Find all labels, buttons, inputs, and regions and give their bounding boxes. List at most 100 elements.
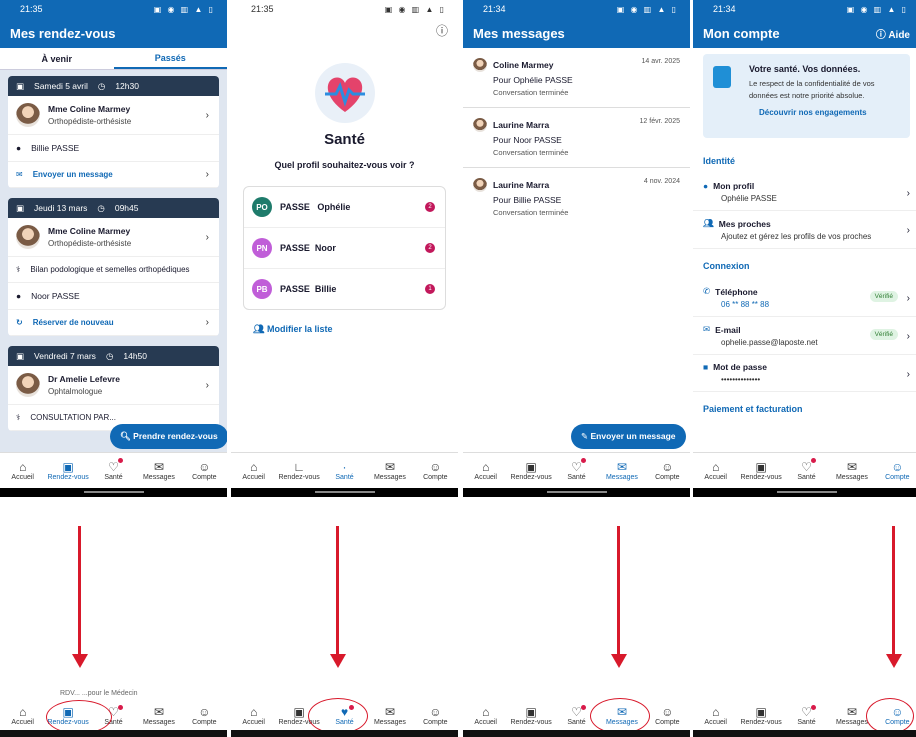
nav-rendez-vous[interactable]: ∟ Rendez-vous xyxy=(276,453,321,488)
envelope-icon: ✉ xyxy=(16,170,23,179)
nav-accueil[interactable]: ⌂ Accueil xyxy=(0,453,45,488)
nav-compte[interactable]: ☺ Compte xyxy=(413,453,458,488)
notification-badge: 2 xyxy=(425,243,435,253)
modify-list-link[interactable]: 👥︎ Modifier la liste xyxy=(253,324,436,335)
message-item[interactable]: Coline Marmey 14 avr. 2025 Pour Ophélie PA… xyxy=(463,48,690,108)
nav-compte[interactable]: ☺ Compte xyxy=(182,453,227,488)
nav-rendez-vous[interactable]: ▣ Rendez-vous xyxy=(45,453,90,488)
account-icon: ☺ xyxy=(429,460,442,474)
account-icon: ☺ xyxy=(661,460,674,474)
nav-accueil[interactable]: ⌂ Accueil xyxy=(231,453,276,488)
help-button[interactable]: ⓘ Aide xyxy=(876,26,910,41)
envelope-icon: ✉ xyxy=(616,460,627,474)
nav-compte[interactable]: ☺ Compte xyxy=(413,700,458,730)
red-arrow xyxy=(617,526,620,656)
highlight-circle xyxy=(866,698,914,734)
chevron-right-icon[interactable]: › xyxy=(206,232,209,243)
nav-compte[interactable]: ☺ Compte xyxy=(182,700,227,730)
clock-icon: ◷ xyxy=(97,80,106,91)
message-item[interactable]: Laurine Marra 4 nov. 2024 Pour Billie PASS… xyxy=(463,168,690,227)
calendar-icon: ▣ xyxy=(62,460,74,474)
book-appointment-button[interactable]: 🔍︎ Prendre rendez-vous xyxy=(110,424,227,449)
nav-accueil[interactable]: ⌂ Accueil xyxy=(463,453,508,488)
panel-compte: 21:34 ▣ ◉ ▥ ▲ ▯ Mon compte ⓘ Aide Votre sa… xyxy=(693,0,916,497)
help-icon[interactable]: ⓘ xyxy=(436,22,448,39)
nav-rendez-vous[interactable]: ▣ Rendez-vous xyxy=(738,453,783,488)
envelope-icon: ✉ xyxy=(153,460,164,474)
appointment-card[interactable]: ▣ Jeudi 13 mars ◷ 09h45 Mme Coline Marmey Or… xyxy=(8,198,219,336)
nav-accueil[interactable]: ⌂ Accueil xyxy=(693,453,738,488)
email-row[interactable]: ✉ E-mail ophelie.passe@laposte.net Vérifié › xyxy=(693,317,916,355)
profile-item[interactable]: PB PASSE Billie 1 xyxy=(244,269,445,309)
red-arrow xyxy=(892,526,895,656)
nav-rendez-vous[interactable]: ▣ Rendez-vous xyxy=(738,700,783,730)
heart-illustration xyxy=(314,63,375,123)
nav-sante[interactable]: ♡ Santé xyxy=(784,700,829,730)
bottom-nav: ⌂ Accueil ▣ Rendez-vous ♡ Santé ✉ Messages ☺… xyxy=(463,452,690,488)
highlight-circle xyxy=(308,698,368,734)
tab-past[interactable]: Passés xyxy=(113,48,227,69)
message-item[interactable]: Laurine Marra 12 févr. 2025 Pour Noor PASS… xyxy=(463,108,690,168)
nav-sante[interactable]: ♡ Santé xyxy=(554,453,599,488)
nav-compte[interactable]: ☺ Compte xyxy=(645,453,690,488)
nav-accueil[interactable]: ⌂ Accueil xyxy=(693,700,738,730)
profile-item[interactable]: PO PASSE Ophélie 2 xyxy=(244,187,445,228)
calendar-icon: ▣ xyxy=(16,80,25,91)
nav-sante[interactable]: · Santé xyxy=(322,453,367,488)
nav-messages[interactable]: ✉ Messages xyxy=(829,453,874,488)
bottom-nav-zoom-3: ⌂ Accueil ▣ Rendez-vous ♡ Santé ✉ Messages ☺… xyxy=(463,700,690,730)
rebook-link[interactable]: Réserver de nouveau xyxy=(33,318,114,327)
people-icon: 👥︎ xyxy=(703,218,714,228)
status-bar: 21:34 ▣ ◉ ▥ ▲ ▯ xyxy=(713,4,908,14)
appointment-card[interactable]: ▣ Vendredi 7 mars ◷ 14h50 Dr Amelie Lefevre… xyxy=(8,346,219,431)
nav-sante[interactable]: ♡ Santé xyxy=(91,453,136,488)
phone-row[interactable]: ✆ Téléphone 06 ** 88 ** 88 Vérifié › xyxy=(693,279,916,317)
page-title: Mon compte xyxy=(703,25,780,41)
nav-compte[interactable]: ☺ Compte xyxy=(645,700,690,730)
arrow-head xyxy=(611,654,627,668)
nav-messages[interactable]: ✉ Messages xyxy=(367,453,412,488)
profile-item[interactable]: PN PASSE Noor 2 xyxy=(244,228,445,269)
calendar-icon: ▣ xyxy=(16,350,25,361)
arrow-head xyxy=(886,654,902,668)
page-title: Santé xyxy=(324,131,365,148)
appointment-card[interactable]: ▣ Samedi 5 avril ◷ 12h30 Mme Coline Marmey O… xyxy=(8,76,219,188)
send-message-link[interactable]: Envoyer un message xyxy=(33,170,113,179)
nav-messages[interactable]: ✉ Messages xyxy=(136,700,181,730)
nav-accueil[interactable]: ⌂ Accueil xyxy=(0,700,45,730)
avatar xyxy=(16,103,40,127)
panel-rendez-vous: 21:35 ▣ ◉ ▥ ▲ ▯ Mes rendez-vous À venir P… xyxy=(0,0,227,497)
avatar xyxy=(16,225,40,249)
send-message-button[interactable]: ✎ Envoyer un message xyxy=(571,424,686,449)
chevron-right-icon[interactable]: › xyxy=(206,110,209,121)
relatives-row[interactable]: 👥︎ Mes proches Ajoutez et gérez les profil… xyxy=(693,211,916,249)
nav-messages[interactable]: ✉ Messages xyxy=(599,453,644,488)
highlight-circle xyxy=(46,700,112,734)
nav-rendez-vous[interactable]: ▣ Rendez-vous xyxy=(508,453,553,488)
bottom-nav-zoom-1: ⌂ Accueil ▣ Rendez-vous ♡ Santé ✉ Messages ☺… xyxy=(0,700,227,730)
envelope-icon: ✉ xyxy=(846,460,857,474)
nav-compte[interactable]: ☺ Compte xyxy=(875,453,916,488)
nav-accueil[interactable]: ⌂ Accueil xyxy=(231,700,276,730)
clock-icon: ◷ xyxy=(105,350,114,361)
section-payment: Paiement et facturation xyxy=(703,404,803,414)
bottom-nav: ⌂ Accueil ▣ Rendez-vous ♡ Santé ✉ Messages ☺… xyxy=(0,452,227,488)
red-arrow xyxy=(78,526,81,656)
phone-icon: ✆ xyxy=(703,286,711,296)
engagements-link[interactable]: Découvrir nos engagements xyxy=(759,108,902,117)
nav-messages[interactable]: ✉ Messages xyxy=(136,453,181,488)
nav-rendez-vous[interactable]: ▣ Rendez-vous xyxy=(508,700,553,730)
bottom-nav: ⌂ Accueil ∟ Rendez-vous · Santé ✉ Messages ☺… xyxy=(231,452,458,488)
calendar-icon: ▣ xyxy=(525,460,537,474)
my-profile-row[interactable]: ● Mon profil Ophélie PASSE › xyxy=(693,174,916,211)
password-row[interactable]: ■ Mot de passe •••••••••••••• › xyxy=(693,355,916,392)
calendar-icon: ▣ xyxy=(16,202,25,213)
envelope-icon: ✉ xyxy=(703,324,711,334)
nav-accueil[interactable]: ⌂ Accueil xyxy=(463,700,508,730)
tab-upcoming[interactable]: À venir xyxy=(0,48,114,69)
nav-messages[interactable]: ✉ Messages xyxy=(367,700,412,730)
nav-sante[interactable]: ♡ Santé xyxy=(784,453,829,488)
arrow-head xyxy=(330,654,346,668)
calendar-icon: ▣ xyxy=(755,460,767,474)
home-icon: ⌂ xyxy=(482,460,490,474)
